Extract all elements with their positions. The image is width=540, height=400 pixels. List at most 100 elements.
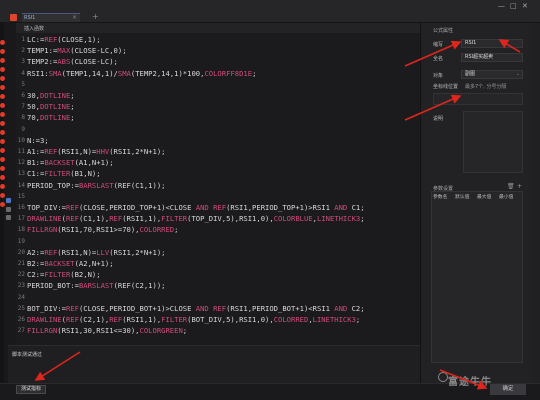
toolbar-icon[interactable]	[6, 215, 11, 220]
code-text: B2:=BACKSET(A2,N+1);	[27, 259, 114, 268]
watermark: 富途牛牛	[448, 377, 492, 388]
line-number: 9	[21, 125, 25, 133]
code-text: N:=3;	[27, 135, 49, 145]
line-number: 16	[17, 204, 25, 211]
param-name-header: 参数名	[433, 195, 448, 200]
line-number: 25	[17, 304, 25, 312]
close-window-icon[interactable]: ✕	[522, 2, 528, 10]
code-line[interactable]: 7 50,DOTLINE;	[16, 102, 420, 112]
line-number: 27	[17, 327, 25, 335]
marker-dot	[0, 175, 5, 180]
code-text: A1:=REF(RSI1,N)=HHV(RSI1,2*N+1);	[27, 147, 166, 156]
code-line[interactable]: 25 BOT_DIV:=REF(CLOSE,PERIOD_BOT+1)>CLOSE…	[16, 304, 420, 314]
insert-function-button[interactable]: 插入函数	[24, 25, 44, 32]
code-line[interactable]: 10 N:=3;	[16, 136, 420, 146]
code-line[interactable]: 1 LC:=REF(CLOSE,1);	[16, 35, 420, 45]
watermark-logo	[438, 372, 448, 382]
code-line[interactable]: 24	[16, 293, 420, 303]
code-line[interactable]: 16 TOP_DIV:=REF(CLOSE,PERIOD_TOP+1)<CLOSE…	[16, 203, 420, 213]
code-text: 70,DOTLINE;	[27, 113, 75, 123]
code-line[interactable]: 17 DRAWLINE(REF(C1,1),REF(RSI1,1),FILTER(…	[16, 214, 420, 224]
code-line[interactable]: 18 FILLRGN(RSI1,70,RSI1>=70),COLORRED;	[16, 225, 420, 235]
line-number: 7	[21, 103, 25, 111]
formula-attr-title: 公式属性	[433, 28, 454, 34]
formula-properties-panel: 公式属性 缩写 RSI1 全名 RSI超买超卖 对象 副图 ⌄ 坐标线位置 最多…	[420, 23, 532, 383]
marker-dot	[0, 67, 5, 72]
tab-close-icon[interactable]: ×	[72, 14, 77, 22]
code-line[interactable]: 5	[16, 80, 420, 90]
add-tab-icon[interactable]: +	[92, 12, 99, 21]
code-text: PERIOD_BOT:=BARSLAST(REF(C2,1));	[27, 281, 166, 291]
line-number: 26	[17, 316, 25, 323]
code-text: B1:=BACKSET(A1,N+1);	[27, 158, 114, 168]
code-line[interactable]: 15	[16, 192, 420, 202]
test-indicator-button[interactable]: 测试指标	[16, 385, 46, 394]
code-text: TEMP1:=MAX(CLOSE-LC,0);	[27, 46, 127, 56]
code-line[interactable]: 26 DRAWLINE(REF(C2,1),REF(RSI1,1),FILTER(…	[16, 315, 420, 325]
line-number: 8	[21, 114, 25, 122]
code-line[interactable]: 27 FILLRGN(RSI1,30,RSI1<=30),COLORGREEN;	[16, 326, 420, 336]
code-line[interactable]: 20 A2:=REF(RSI1,N)=LLV(RSI1,2*N+1);	[16, 248, 420, 258]
line-number: 24	[17, 293, 25, 301]
delete-param-icon[interactable]: 🗑	[507, 183, 515, 190]
param-default-header: 默认值	[455, 195, 470, 200]
toolbar-icon[interactable]	[6, 207, 11, 212]
line-number: 2	[21, 47, 25, 55]
toolbar-icon[interactable]	[6, 198, 11, 203]
code-line[interactable]: 3 TEMP2:=ABS(CLOSE-LC);	[16, 57, 420, 67]
line-number: 23	[17, 282, 25, 290]
code-line[interactable]: 23 PERIOD_BOT:=BARSLAST(REF(C2,1));	[16, 281, 420, 291]
marker-dot	[0, 139, 5, 144]
line-number: 18	[17, 226, 25, 234]
confirm-button[interactable]: 确定	[490, 384, 526, 395]
param-min-header: 最小值	[499, 195, 514, 200]
marker-dot	[0, 193, 5, 198]
description-textarea[interactable]	[463, 111, 523, 173]
code-line[interactable]: 6 30,DOTLINE;	[16, 91, 420, 101]
marker-dot	[0, 76, 5, 81]
line-number: 10	[17, 136, 25, 144]
marker-dot	[0, 121, 5, 126]
code-editor[interactable]: 1 LC:=REF(CLOSE,1); 2 TEMP1:=MAX(CLOSE-LC,0…	[16, 33, 420, 345]
code-line[interactable]: 12 B1:=BACKSET(A1,N+1);	[16, 158, 420, 168]
code-line[interactable]: 11 A1:=REF(RSI1,N)=HHV(RSI1,2*N+1);	[16, 147, 420, 157]
coord-line-hint: 最多7个, 分号分隔	[465, 84, 507, 90]
code-text: DRAWLINE(REF(C1,1),REF(RSI1,1),FILTER(TO…	[27, 214, 365, 224]
code-line[interactable]: 19	[16, 237, 420, 247]
code-line[interactable]: 2 TEMP1:=MAX(CLOSE-LC,0);	[16, 46, 420, 56]
line-number: 5	[21, 80, 25, 88]
line-number: 19	[17, 237, 25, 245]
line-number: 1	[21, 36, 25, 43]
abbr-input[interactable]: RSI1	[461, 39, 523, 48]
code-line[interactable]: 8 70,DOTLINE;	[16, 113, 420, 123]
target-select[interactable]: 副图 ⌄	[461, 70, 523, 79]
tab-rsi1[interactable]: RSI1 ×	[22, 13, 80, 22]
code-text: TOP_DIV:=REF(CLOSE,PERIOD_TOP+1)<CLOSE A…	[27, 203, 365, 212]
line-number: 22	[17, 271, 25, 279]
code-line[interactable]: 21 B2:=BACKSET(A2,N+1);	[16, 259, 420, 269]
code-line[interactable]: 4 RSI1:SMA(TEMP1,14,1)/SMA(TEMP2,14,1)*10…	[16, 69, 420, 79]
code-line[interactable]: 14 PERIOD_TOP:=BARSLAST(REF(C1,1));	[16, 181, 420, 191]
code-line[interactable]: 9	[16, 125, 420, 135]
coord-line-checkbox[interactable]: 坐标线位置	[433, 83, 458, 90]
code-text: TEMP2:=ABS(CLOSE-LC);	[27, 57, 118, 67]
code-text: C2:=FILTER(B2,N);	[27, 270, 101, 280]
minimize-icon[interactable]: —	[498, 2, 505, 10]
params-table	[431, 191, 523, 363]
marker-dot	[0, 130, 5, 135]
code-line[interactable]: 22 C2:=FILTER(B2,N);	[16, 270, 420, 280]
fullname-input[interactable]: RSI超买超卖	[461, 53, 523, 62]
coord-line-input[interactable]	[433, 93, 523, 105]
add-param-icon[interactable]: +	[517, 183, 522, 190]
line-number: 13	[17, 170, 25, 178]
marker-dot	[0, 166, 5, 171]
code-text: C1:=FILTER(B1,N);	[27, 169, 101, 179]
target-label: 对象	[433, 73, 444, 79]
test-result-message: 脚本测试通过	[12, 352, 43, 358]
code-text: 30,DOTLINE;	[27, 91, 75, 100]
message-area	[8, 345, 420, 383]
maximize-icon[interactable]: □	[510, 2, 517, 10]
chevron-down-icon: ⌄	[515, 71, 520, 77]
marker-dot	[0, 184, 5, 189]
code-line[interactable]: 13 C1:=FILTER(B1,N);	[16, 169, 420, 179]
